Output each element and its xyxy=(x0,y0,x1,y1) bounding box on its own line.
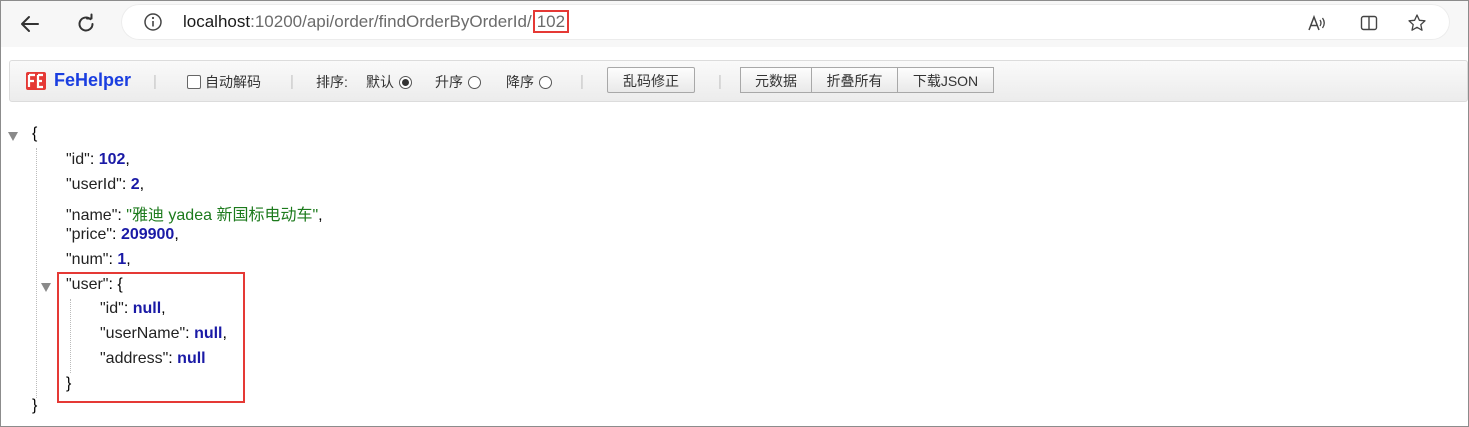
download-json-button[interactable]: 下载JSON xyxy=(898,67,994,93)
sort-asc-label: 升序 xyxy=(435,74,463,90)
auto-decode-box[interactable] xyxy=(187,75,201,89)
url-highlighted-id: 102 xyxy=(532,10,570,33)
toolbar-divider: | xyxy=(153,73,157,90)
root-open-brace: { xyxy=(32,125,38,142)
json-line: "id": 102, xyxy=(66,151,130,168)
json-value: 2 xyxy=(130,176,140,193)
fehelper-title: FeHelper xyxy=(54,70,132,90)
json-key: "userId" xyxy=(66,176,122,193)
sort-label: 排序: xyxy=(316,74,348,90)
json-value: 209900 xyxy=(120,226,175,243)
sort-default-radio[interactable]: 默认 xyxy=(366,72,412,92)
json-line: "price": 209900, xyxy=(66,226,179,243)
highlight-box-user xyxy=(57,272,245,403)
json-key: "name" xyxy=(66,207,118,224)
sort-asc-radio-dot[interactable] xyxy=(468,75,481,89)
root-close-brace: } xyxy=(32,397,38,414)
collapse-user-icon[interactable] xyxy=(41,283,51,292)
sort-default-label: 默认 xyxy=(366,74,394,90)
sort-desc-radio[interactable]: 降序 xyxy=(506,72,552,92)
json-key: "price" xyxy=(66,226,113,243)
reload-button[interactable] xyxy=(70,8,102,40)
fix-encoding-button[interactable]: 乱码修正 xyxy=(607,67,695,93)
sort-desc-label: 降序 xyxy=(506,74,534,90)
sort-default-radio-dot[interactable] xyxy=(399,75,412,89)
browser-toolbar: localhost:10200/api/order/findOrderByOrd… xyxy=(1,1,1468,47)
auto-decode-label: 自动解码 xyxy=(205,74,261,90)
json-value: "雅迪 yadea 新国标电动车" xyxy=(126,207,319,224)
root-guide-line xyxy=(36,148,37,398)
toolbar-divider: | xyxy=(718,73,722,90)
fehelper-logo-icon xyxy=(26,72,46,90)
read-aloud-icon[interactable] xyxy=(1307,13,1327,33)
url-path: :10200/api/order/findOrderByOrderId/ xyxy=(250,12,532,31)
json-value: 102 xyxy=(98,151,126,168)
reload-icon xyxy=(78,13,94,32)
view-button-group: 元数据 折叠所有 下载JSON xyxy=(740,67,994,93)
json-line: "userId": 2, xyxy=(66,176,145,193)
toolbar-divider: | xyxy=(290,73,294,90)
back-arrow-icon xyxy=(21,16,39,32)
json-key: "num" xyxy=(66,251,109,268)
auto-decode-checkbox[interactable]: 自动解码 xyxy=(187,72,261,92)
collapse-root-icon[interactable] xyxy=(8,132,18,141)
url-host: localhost xyxy=(183,12,251,31)
favorite-star-icon[interactable] xyxy=(1407,13,1427,33)
raw-data-button[interactable]: 元数据 xyxy=(740,67,812,93)
json-line: "num": 1, xyxy=(66,251,131,268)
sort-desc-radio-dot[interactable] xyxy=(539,75,552,89)
json-key: "id" xyxy=(66,151,90,168)
collapse-all-button[interactable]: 折叠所有 xyxy=(812,67,898,93)
sort-asc-radio[interactable]: 升序 xyxy=(435,72,481,92)
json-line: "name": "雅迪 yadea 新国标电动车", xyxy=(66,207,323,224)
fehelper-toolbar: FeHelper | 自动解码 | 排序: 默认 升序 降序 | 乱码修正 | … xyxy=(9,60,1468,102)
site-info-icon[interactable] xyxy=(143,12,163,32)
split-screen-icon[interactable] xyxy=(1359,13,1379,33)
address-bar[interactable]: localhost:10200/api/order/findOrderByOrd… xyxy=(121,4,1450,40)
toolbar-divider: | xyxy=(580,73,584,90)
back-button[interactable] xyxy=(14,8,46,40)
url-text[interactable]: localhost:10200/api/order/findOrderByOrd… xyxy=(183,4,570,40)
json-value: 1 xyxy=(117,251,127,268)
